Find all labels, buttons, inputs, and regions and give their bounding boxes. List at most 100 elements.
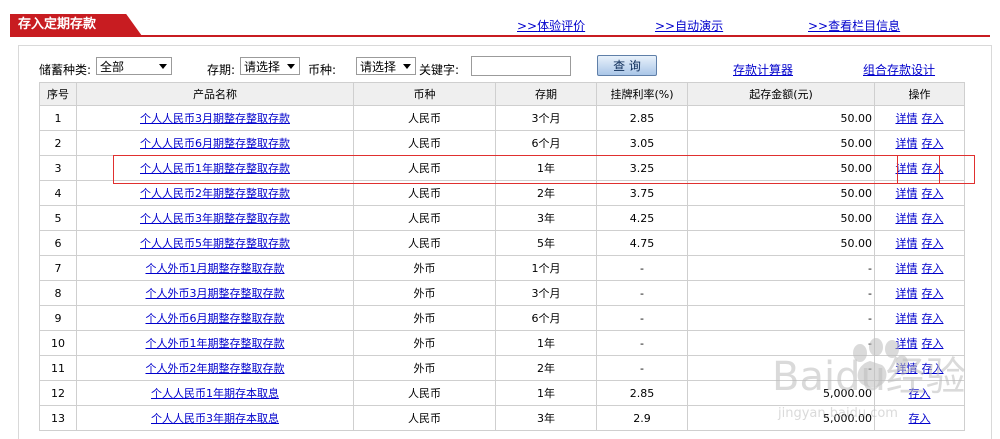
evaluate-link[interactable]: >>体验评价 [517, 17, 585, 34]
product-table: 序号 产品名称 币种 存期 挂牌利率(%) 起存金额(元) 操作 1 个人人民币3… [39, 82, 965, 431]
column-info-link[interactable]: >>查看栏目信息 [808, 17, 900, 34]
product-name-link[interactable]: 个人人民币3年期存本取息 [151, 412, 279, 425]
row-no: 4 [39, 180, 77, 206]
product-name-link[interactable]: 个人人民币5年期整存整取存款 [140, 237, 290, 250]
row-highlight-box [113, 155, 975, 184]
actions-cell: 详情 存入 [874, 130, 965, 156]
table-row: 7 个人外币1月期整存整取存款 外币 1个月 - - 详情 存入 [39, 255, 965, 281]
min-amount-cell: 5,000.00 [687, 405, 875, 431]
deposit-link[interactable]: 存入 [922, 187, 944, 200]
actions-cell: 详情 存入 [874, 230, 965, 256]
currency-cell: 人民币 [353, 180, 496, 206]
chevron-down-icon [287, 64, 295, 69]
table-row: 10 个人外币1年期整存整取存款 外币 1年 - - 详情 存入 [39, 330, 965, 356]
product-name-link[interactable]: 个人外币1月期整存整取存款 [146, 262, 285, 275]
currency-cell: 人民币 [353, 380, 496, 406]
currency-label: 币种: [308, 63, 337, 77]
term-cell: 5年 [495, 230, 597, 256]
auto-demo-link[interactable]: >>自动演示 [655, 17, 723, 34]
rate-cell: - [596, 305, 688, 331]
product-name-cell: 个人人民币5年期整存整取存款 [76, 230, 354, 256]
currency-cell: 人民币 [353, 130, 496, 156]
table-row: 5 个人人民币3年期整存整取存款 人民币 3年 4.25 50.00 详情 存入 [39, 205, 965, 231]
actions-cell: 存入 [874, 405, 965, 431]
detail-link[interactable]: 详情 [896, 237, 918, 250]
detail-link[interactable]: 详情 [896, 212, 918, 225]
deposit-link[interactable]: 存入 [922, 112, 944, 125]
deposit-link[interactable]: 存入 [909, 387, 931, 400]
deposit-link[interactable]: 存入 [922, 262, 944, 275]
product-name-link[interactable]: 个人外币2年期整存整取存款 [146, 362, 285, 375]
actions-cell: 详情 存入 [874, 105, 965, 131]
detail-link[interactable]: 详情 [896, 262, 918, 275]
term-select[interactable]: 请选择 [240, 57, 300, 75]
term-cell: 1年 [495, 330, 597, 356]
table-row: 6 个人人民币5年期整存整取存款 人民币 5年 4.75 50.00 详情 存入 [39, 230, 965, 256]
term-cell: 3个月 [495, 105, 597, 131]
actions-cell: 存入 [874, 380, 965, 406]
rate-cell: - [596, 255, 688, 281]
actions-cell: 详情 存入 [874, 355, 965, 381]
actions-cell: 详情 存入 [874, 330, 965, 356]
product-name-link[interactable]: 个人人民币2年期整存整取存款 [140, 187, 290, 200]
rate-cell: - [596, 280, 688, 306]
deposit-link[interactable]: 存入 [922, 362, 944, 375]
currency-cell: 人民币 [353, 405, 496, 431]
product-name-link[interactable]: 个人人民币3月期整存整取存款 [140, 112, 290, 125]
detail-link[interactable]: 详情 [896, 337, 918, 350]
term-cell: 2年 [495, 180, 597, 206]
rate-cell: 2.85 [596, 105, 688, 131]
product-name-link[interactable]: 个人人民币3年期整存整取存款 [140, 212, 290, 225]
detail-link[interactable]: 详情 [896, 187, 918, 200]
rate-cell: 3.75 [596, 180, 688, 206]
header-term: 存期 [495, 82, 597, 106]
term-cell: 1个月 [495, 255, 597, 281]
product-name-cell: 个人外币2年期整存整取存款 [76, 355, 354, 381]
product-name-cell: 个人外币1月期整存整取存款 [76, 255, 354, 281]
min-amount-cell: 5,000.00 [687, 380, 875, 406]
product-name-link[interactable]: 个人人民币6月期整存整取存款 [140, 137, 290, 150]
term-cell: 3个月 [495, 280, 597, 306]
product-name-link[interactable]: 个人外币3月期整存整取存款 [146, 287, 285, 300]
deposit-link[interactable]: 存入 [922, 137, 944, 150]
deposit-link[interactable]: 存入 [922, 337, 944, 350]
deposit-link[interactable]: 存入 [922, 212, 944, 225]
query-button[interactable]: 查 询 [597, 55, 657, 76]
min-amount-cell: 50.00 [687, 130, 875, 156]
detail-link[interactable]: 详情 [896, 112, 918, 125]
row-no: 6 [39, 230, 77, 256]
chevron-down-icon [403, 64, 411, 69]
term-cell: 6个月 [495, 130, 597, 156]
min-amount-cell: - [687, 330, 875, 356]
calculator-link[interactable]: 存款计算器 [733, 61, 793, 78]
product-name-link[interactable]: 个人外币6月期整存整取存款 [146, 312, 285, 325]
detail-link[interactable]: 详情 [896, 362, 918, 375]
row-no: 12 [39, 380, 77, 406]
term-cell: 2年 [495, 355, 597, 381]
detail-link[interactable]: 详情 [896, 312, 918, 325]
min-amount-cell: - [687, 355, 875, 381]
term-label: 存期: [207, 63, 236, 77]
combo-design-link[interactable]: 组合存款设计 [863, 61, 935, 78]
currency-cell: 外币 [353, 355, 496, 381]
product-name-link[interactable]: 个人人民币1年期存本取息 [151, 387, 279, 400]
table-row: 12 个人人民币1年期存本取息 人民币 1年 2.85 5,000.00 存入 [39, 380, 965, 406]
keyword-input[interactable] [471, 56, 571, 76]
deposit-link[interactable]: 存入 [922, 237, 944, 250]
deposit-link[interactable]: 存入 [922, 312, 944, 325]
min-amount-cell: 50.00 [687, 105, 875, 131]
min-amount-cell: 50.00 [687, 180, 875, 206]
product-name-link[interactable]: 个人外币1年期整存整取存款 [146, 337, 285, 350]
product-name-cell: 个人人民币3月期整存整取存款 [76, 105, 354, 131]
row-no: 8 [39, 280, 77, 306]
detail-link[interactable]: 详情 [896, 287, 918, 300]
term-cell: 3年 [495, 205, 597, 231]
deposit-link[interactable]: 存入 [922, 287, 944, 300]
deposit-link[interactable]: 存入 [909, 412, 931, 425]
detail-link[interactable]: 详情 [896, 137, 918, 150]
currency-cell: 外币 [353, 255, 496, 281]
product-name-cell: 个人外币6月期整存整取存款 [76, 305, 354, 331]
category-label: 储蓄种类: [39, 63, 92, 77]
currency-select[interactable]: 请选择 [356, 57, 416, 75]
category-select[interactable]: 全部 [96, 57, 172, 75]
